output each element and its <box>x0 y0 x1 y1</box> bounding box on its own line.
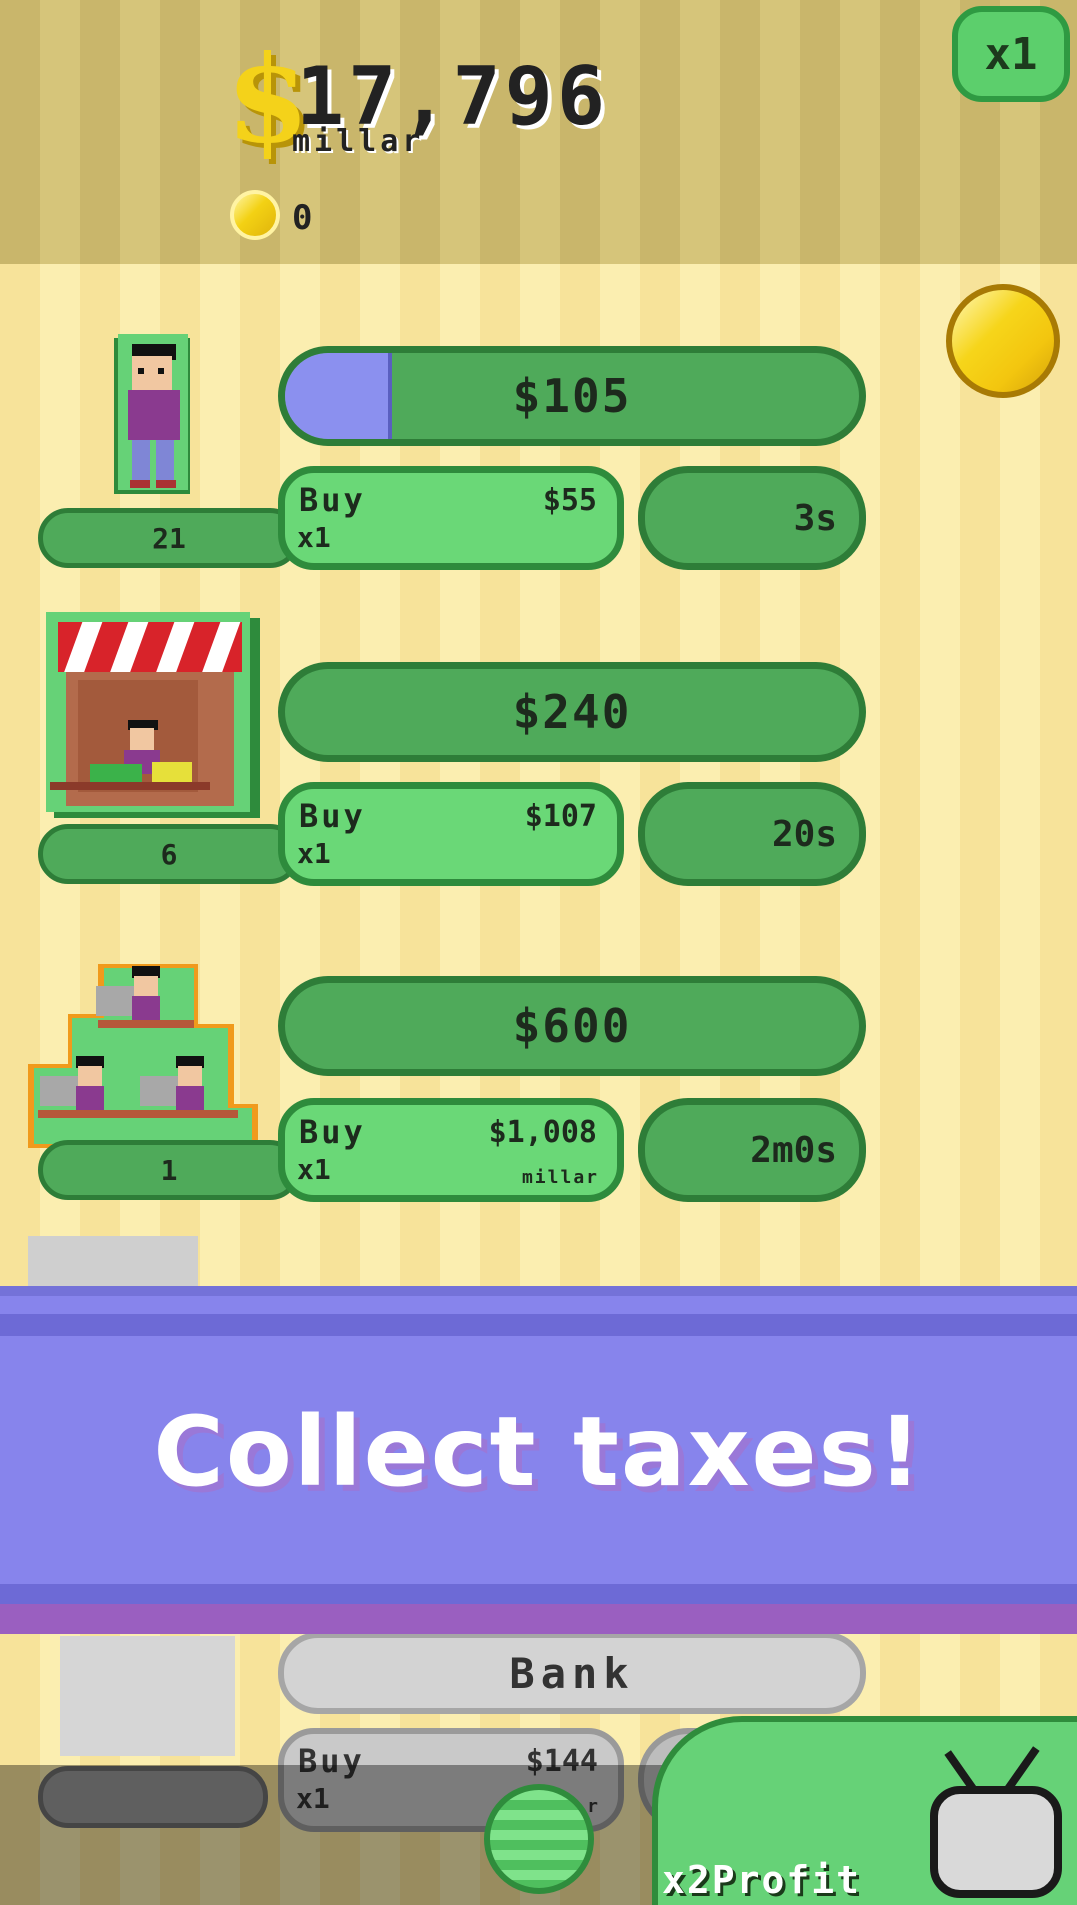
buy-button[interactable]: Buy x1 $107 <box>278 782 624 886</box>
tv-icon <box>930 1786 1062 1898</box>
coin-count: 0 <box>292 198 313 238</box>
buy-cost: $1,008 <box>488 1115 597 1150</box>
cycle-time: 20s <box>638 782 866 886</box>
profit-bar[interactable]: $105 <box>278 346 866 446</box>
profit-amount: $240 <box>512 685 632 739</box>
business-count: 1 <box>38 1140 300 1200</box>
banner-text: Collect taxes! <box>153 1396 924 1508</box>
money-unit: millar <box>292 124 425 159</box>
buy-label: Buy <box>299 481 366 519</box>
x2-profit-label: x2Profit <box>662 1858 862 1902</box>
cycle-time: 2m0s <box>638 1098 866 1202</box>
cycle-time: 3s <box>638 466 866 570</box>
menu-button[interactable] <box>484 1784 594 1894</box>
buy-quantity: x1 <box>297 837 331 870</box>
banner-edge <box>0 1604 1077 1634</box>
profit-amount: $105 <box>512 369 632 423</box>
locked-business-icon <box>28 1236 198 1286</box>
bank-business-icon <box>60 1636 235 1756</box>
buy-cost: $55 <box>542 483 597 518</box>
bonus-coin-button[interactable] <box>946 284 1060 398</box>
buy-label: Buy <box>299 1113 366 1151</box>
profit-bar[interactable]: $600 <box>278 976 866 1076</box>
buy-quantity: x1 <box>297 521 331 554</box>
buy-multiplier-button[interactable]: x1 <box>952 6 1070 102</box>
office-business-icon[interactable] <box>28 954 262 1148</box>
coin-icon <box>230 190 280 240</box>
buy-cost-unit: millar <box>521 1167 599 1188</box>
stand-business-icon[interactable] <box>46 612 262 822</box>
business-count: 6 <box>38 824 300 884</box>
business-count: 21 <box>38 508 300 568</box>
buy-label: Buy <box>299 797 366 835</box>
person-business-icon[interactable] <box>108 334 198 500</box>
banner-stripe <box>0 1584 1077 1606</box>
buy-cost: $107 <box>524 799 597 834</box>
locked-business-name: Bank <box>278 1632 866 1714</box>
buy-button[interactable]: Buy x1 $1,008 millar <box>278 1098 624 1202</box>
profit-amount: $600 <box>512 999 632 1053</box>
buy-quantity: x1 <box>297 1153 331 1186</box>
profit-bar[interactable]: $240 <box>278 662 866 762</box>
collect-taxes-banner[interactable]: Collect taxes! <box>0 1286 1077 1634</box>
buy-button[interactable]: Buy x1 $55 <box>278 466 624 570</box>
banner-stripe <box>0 1314 1077 1336</box>
